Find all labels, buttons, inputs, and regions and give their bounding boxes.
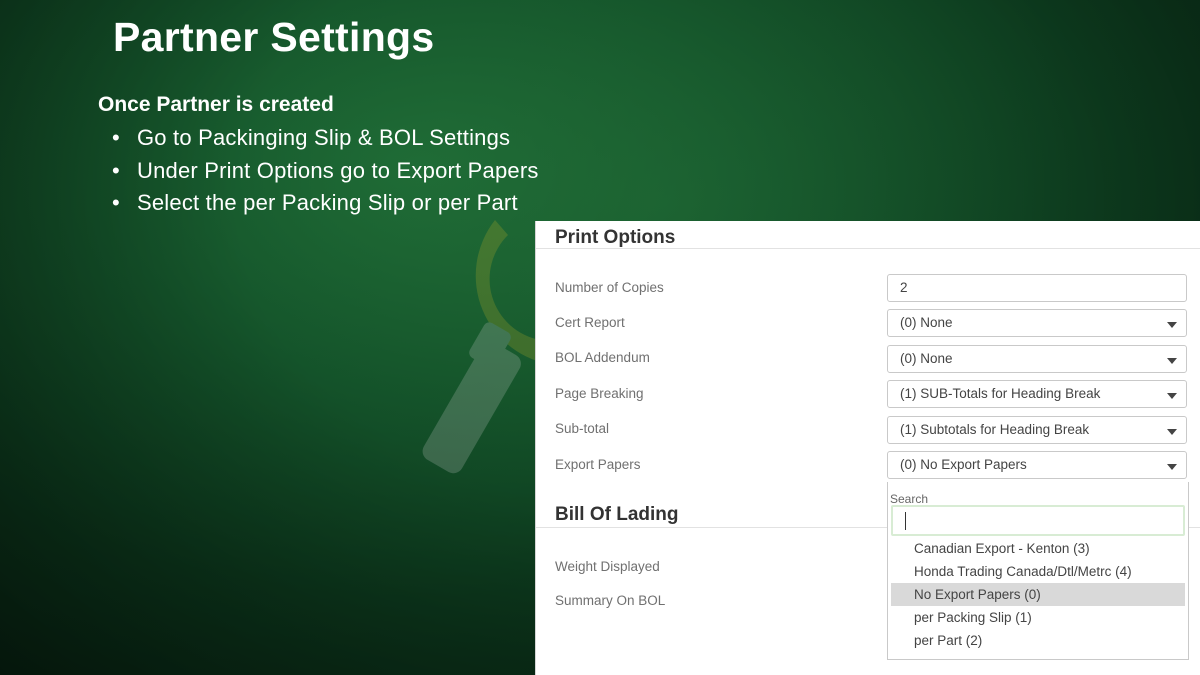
cert-report-select[interactable]: (0) None [887,309,1187,337]
chevron-down-icon [1167,429,1177,435]
search-input[interactable] [891,505,1185,536]
instruction-text: Go to Packinging Slip & BOL Settings [137,125,511,150]
chevron-down-icon [1167,393,1177,399]
text-cursor-icon [905,512,906,530]
bol-addendum-value: (0) None [900,351,953,366]
settings-panel: Print Options Number of Copies 2 Cert Re… [535,221,1200,675]
option-per-part[interactable]: per Part (2) [891,629,1185,652]
export-papers-label: Export Papers [555,457,641,472]
page-breaking-value: (1) SUB-Totals for Heading Break [900,386,1101,401]
option-no-export-papers[interactable]: No Export Papers (0) [891,583,1185,606]
bullet-icon: • [112,125,120,150]
bullet-icon: • [112,157,120,183]
instruction-text: Under Print Options go to Export Papers [137,157,539,183]
instruction-item: • Under Print Options go to Export Papers [112,155,539,188]
option-canadian-export-kenton[interactable]: Canadian Export - Kenton (3) [891,537,1185,560]
instruction-list: • Go to Packinging Slip & BOL Settings • U… [112,122,539,220]
instruction-text: Select the per Packing Slip or per Part [137,190,518,215]
number-of-copies-label: Number of Copies [555,280,664,295]
slide-title: Partner Settings [113,14,435,60]
chevron-down-icon [1167,358,1177,364]
sub-total-value: (1) Subtotals for Heading Break [900,422,1090,437]
cert-report-label: Cert Report [555,315,625,330]
page-breaking-select[interactable]: (1) SUB-Totals for Heading Break [887,380,1187,408]
summary-on-bol-label: Summary On BOL [555,593,666,608]
bol-addendum-select[interactable]: (0) None [887,345,1187,373]
chevron-down-icon [1167,322,1177,328]
slide-subtitle: Once Partner is created [98,93,334,116]
section-divider [536,248,1200,249]
bill-of-lading-title: Bill Of Lading [555,504,679,525]
sub-total-select[interactable]: (1) Subtotals for Heading Break [887,416,1187,444]
bol-addendum-label: BOL Addendum [555,350,650,365]
bullet-icon: • [112,190,120,215]
sub-total-label: Sub-total [555,421,610,436]
print-options-title: Print Options [555,227,676,248]
weight-displayed-label: Weight Displayed [555,559,660,574]
chevron-down-icon [1167,464,1177,470]
option-per-packing-slip[interactable]: per Packing Slip (1) [891,606,1185,629]
number-of-copies-input[interactable]: 2 [887,274,1187,302]
option-honda-trading-canada[interactable]: Honda Trading Canada/Dtl/Metrc (4) [891,560,1185,583]
instruction-item: • Go to Packinging Slip & BOL Settings [112,122,539,155]
page-breaking-label: Page Breaking [555,386,644,401]
search-label: Search [890,492,929,506]
export-papers-select[interactable]: (0) No Export Papers [887,451,1187,479]
instruction-item: • Select the per Packing Slip or per Part [112,187,539,220]
cert-report-value: (0) None [900,315,953,330]
export-papers-value: (0) No Export Papers [900,457,1027,472]
export-papers-dropdown: Search Canadian Export - Kenton (3) Hond… [887,482,1189,660]
